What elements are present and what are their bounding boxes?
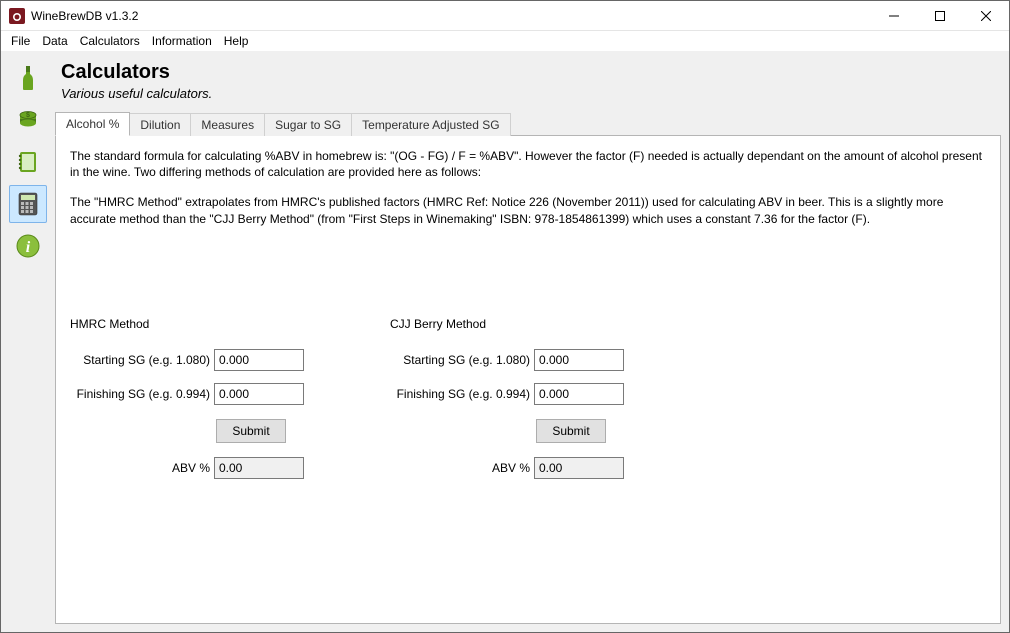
title-bar: WineBrewDB v1.3.2 — [1, 1, 1009, 31]
info-icon: i — [14, 232, 42, 260]
tab-sugar-to-sg[interactable]: Sugar to SG — [264, 113, 352, 136]
sidebar-item-bottle[interactable] — [9, 59, 47, 97]
hmrc-start-sg-input[interactable] — [214, 349, 304, 371]
calculator-icon — [14, 190, 42, 218]
hmrc-start-sg-label: Starting SG (e.g. 1.080) — [70, 353, 210, 367]
maximize-button[interactable] — [917, 1, 963, 31]
sidebar-item-calculator[interactable] — [9, 185, 47, 223]
cjj-submit-button[interactable]: Submit — [536, 419, 606, 443]
sidebar: $ — [1, 51, 55, 632]
svg-text:i: i — [26, 239, 31, 256]
menu-information[interactable]: Information — [146, 32, 218, 50]
page-subtitle: Various useful calculators. — [61, 86, 1001, 101]
app-icon — [9, 8, 25, 24]
sidebar-item-notebook[interactable] — [9, 143, 47, 181]
cjj-abv-label: ABV % — [390, 461, 530, 475]
hmrc-method-section: HMRC Method Starting SG (e.g. 1.080) Fin… — [70, 317, 380, 491]
menu-calculators[interactable]: Calculators — [74, 32, 146, 50]
description-para-2: The "HMRC Method" extrapolates from HMRC… — [70, 194, 986, 226]
sidebar-item-money[interactable]: $ — [9, 101, 47, 139]
notebook-icon — [14, 148, 42, 176]
menu-data[interactable]: Data — [36, 32, 73, 50]
svg-text:$: $ — [26, 112, 30, 119]
cjj-method-section: CJJ Berry Method Starting SG (e.g. 1.080… — [390, 317, 700, 491]
description-para-1: The standard formula for calculating %AB… — [70, 148, 986, 180]
bottle-icon — [14, 64, 42, 92]
menu-file[interactable]: File — [5, 32, 36, 50]
cjj-abv-output — [534, 457, 624, 479]
money-icon: $ — [14, 106, 42, 134]
cjj-start-sg-input[interactable] — [534, 349, 624, 371]
cjj-start-sg-label: Starting SG (e.g. 1.080) — [390, 353, 530, 367]
menu-bar: File Data Calculators Information Help — [1, 31, 1009, 51]
hmrc-title: HMRC Method — [70, 317, 380, 331]
minimize-button[interactable] — [871, 1, 917, 31]
sidebar-item-info[interactable]: i — [9, 227, 47, 265]
tab-dilution[interactable]: Dilution — [129, 113, 191, 136]
tab-strip: Alcohol % Dilution Measures Sugar to SG … — [55, 111, 1001, 135]
window-title: WineBrewDB v1.3.2 — [31, 9, 138, 23]
cjj-finish-sg-label: Finishing SG (e.g. 0.994) — [390, 387, 530, 401]
hmrc-finish-sg-input[interactable] — [214, 383, 304, 405]
cjj-finish-sg-input[interactable] — [534, 383, 624, 405]
hmrc-abv-output — [214, 457, 304, 479]
tab-temp-adjusted-sg[interactable]: Temperature Adjusted SG — [351, 113, 510, 136]
tab-panel: The standard formula for calculating %AB… — [55, 135, 1001, 624]
tab-alcohol-pct[interactable]: Alcohol % — [55, 112, 130, 136]
close-button[interactable] — [963, 1, 1009, 31]
menu-help[interactable]: Help — [218, 32, 255, 50]
hmrc-submit-button[interactable]: Submit — [216, 419, 286, 443]
page-title: Calculators — [61, 61, 1001, 84]
tab-measures[interactable]: Measures — [190, 113, 265, 136]
hmrc-finish-sg-label: Finishing SG (e.g. 0.994) — [70, 387, 210, 401]
cjj-title: CJJ Berry Method — [390, 317, 700, 331]
hmrc-abv-label: ABV % — [70, 461, 210, 475]
